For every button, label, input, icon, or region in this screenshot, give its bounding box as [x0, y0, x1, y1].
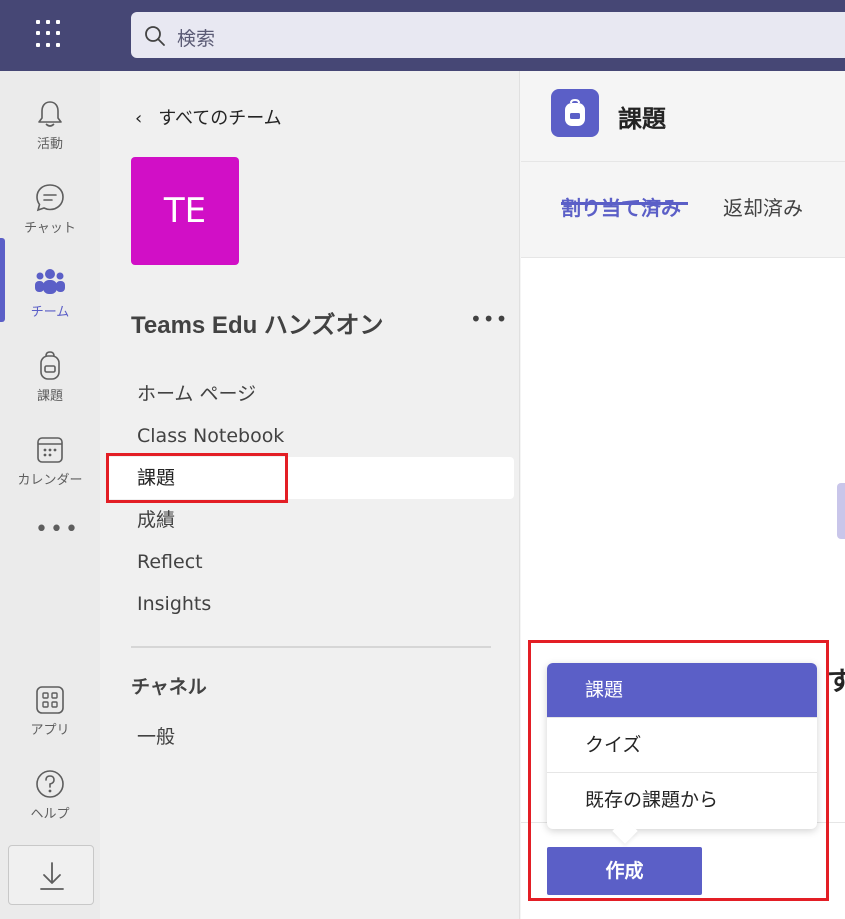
assignments-app-icon [551, 89, 599, 137]
backpack-icon [40, 351, 60, 380]
tab-returned[interactable]: 返却済み [723, 192, 803, 221]
channels-heading: チャネル [131, 676, 207, 698]
rail-label: カレンダー [17, 473, 83, 488]
rail-item-calendar[interactable]: カレンダー [0, 419, 100, 499]
app-header: 課題 [521, 71, 845, 162]
download-icon [40, 862, 64, 890]
tab-active-underline [561, 202, 688, 205]
chat-icon [36, 184, 64, 212]
team-avatar: TE [131, 157, 239, 265]
team-name: Teams Edu ハンズオン [131, 312, 384, 339]
divider [131, 646, 491, 648]
search-box[interactable]: 検索 [131, 12, 845, 58]
backpack-icon [565, 98, 585, 126]
team-more-options-icon[interactable]: ••• [470, 307, 508, 331]
bell-icon [38, 101, 62, 127]
rail-label: アプリ [30, 723, 70, 738]
top-bar: 検索 [0, 0, 845, 71]
search-placeholder: 検索 [177, 28, 216, 50]
tab-assigned[interactable]: 割り当て済み [561, 192, 681, 221]
rail-item-teams[interactable]: チーム [0, 251, 100, 331]
tab-bar: 割り当て済み 返却済み [521, 162, 845, 258]
calendar-icon [37, 437, 63, 463]
download-button[interactable] [8, 845, 94, 905]
page-title: 課題 [618, 105, 666, 133]
nav-item-class-notebook[interactable]: Class Notebook [106, 415, 514, 457]
rail-item-apps[interactable]: アプリ [0, 669, 100, 749]
app-launcher-icon[interactable] [34, 18, 66, 50]
nav-item-insights[interactable]: Insights [106, 583, 514, 625]
rail-item-activity[interactable]: 活動 [0, 83, 100, 163]
highlight-box-create [528, 640, 829, 901]
rail-label: チーム [30, 305, 70, 320]
rail-label: 課題 [36, 389, 63, 404]
channel-general[interactable]: 一般 [137, 722, 175, 749]
empty-state-heading: す [827, 667, 845, 697]
back-to-all-teams[interactable]: ‹ すべてのチーム [135, 104, 282, 130]
team-panel: ‹ すべてのチーム TE Teams Edu ハンズオン ••• ホーム ページ … [100, 71, 520, 919]
back-label: すべてのチーム [158, 108, 282, 129]
nav-item-home[interactable]: ホーム ページ [106, 373, 514, 415]
apps-icon [36, 686, 64, 714]
rail-item-help[interactable]: ヘルプ [0, 753, 100, 833]
help-icon [36, 770, 64, 798]
nav-item-grades[interactable]: 成績 [106, 499, 514, 541]
rail-label: チャット [24, 221, 76, 236]
teams-icon [35, 269, 65, 294]
search-icon [145, 26, 165, 46]
app-rail: 活動 チャット チーム 課題 カレンダー ••• アプリ ヘルプ [0, 71, 100, 919]
more-apps-icon[interactable]: ••• [35, 517, 80, 542]
rail-item-assignments[interactable]: 課題 [0, 335, 100, 415]
rail-label: 活動 [36, 137, 63, 152]
illustration-edge [837, 483, 845, 539]
chevron-left-icon: ‹ [135, 108, 143, 129]
highlight-box-nav [106, 453, 288, 503]
nav-item-reflect[interactable]: Reflect [106, 541, 514, 583]
rail-item-chat[interactable]: チャット [0, 167, 100, 247]
rail-label: ヘルプ [30, 807, 70, 822]
